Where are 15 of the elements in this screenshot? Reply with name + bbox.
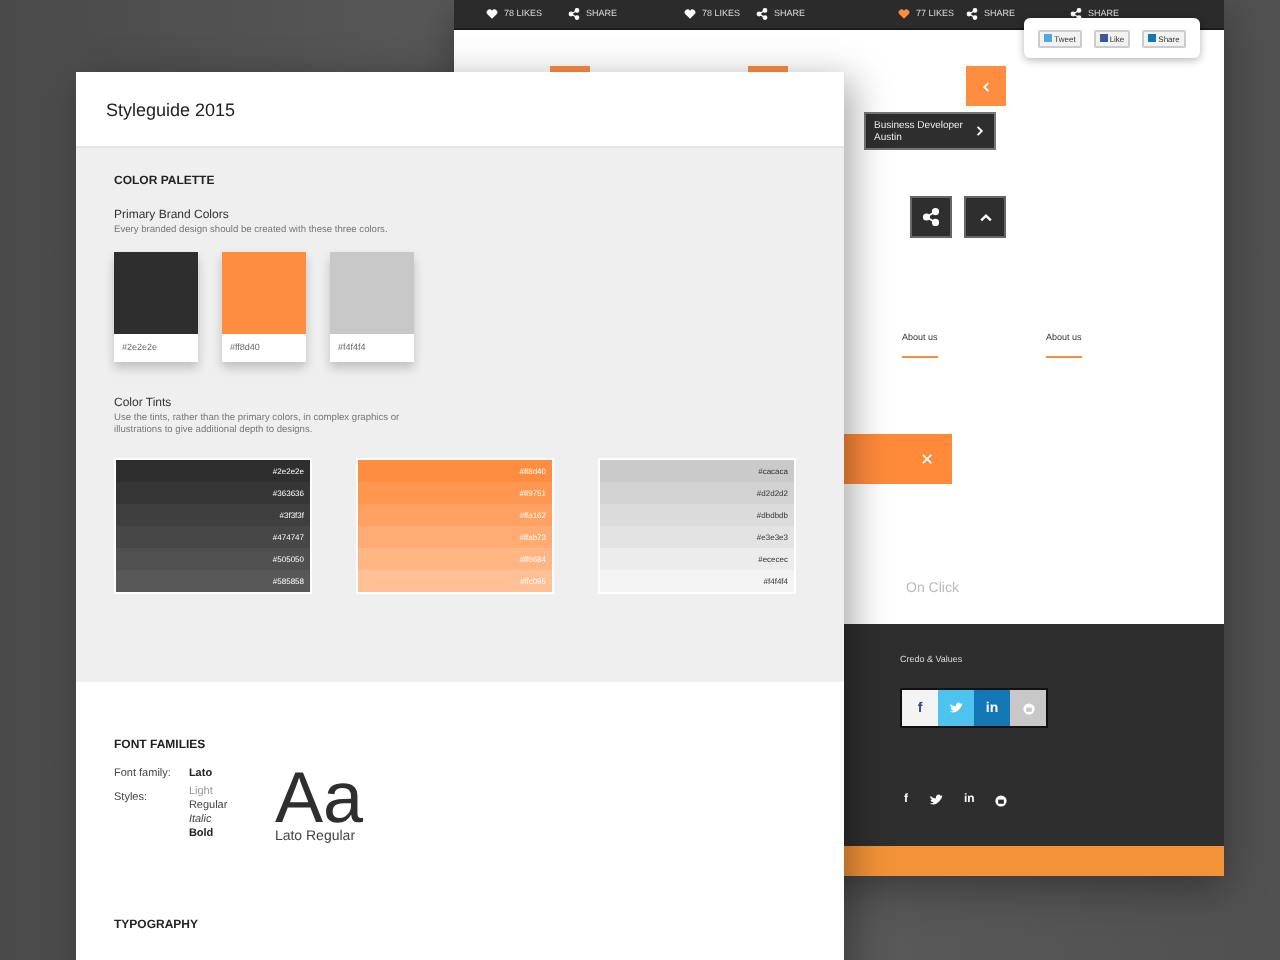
round-icon [1021,701,1035,715]
chevron-up-icon [977,209,993,225]
bird-icon [948,700,964,716]
bird-icon[interactable] [928,792,944,808]
font-sample: Aa [274,766,363,830]
share-icon [966,7,978,19]
scroll-up-button[interactable] [964,196,1006,238]
share-icon [922,208,940,226]
styleguide-title: Styleguide 2015 [106,99,236,119]
chevron-right-icon [972,124,986,138]
share-icon [756,7,768,19]
share-button[interactable] [910,196,952,238]
chevron-left-icon [979,79,993,93]
round-icon[interactable] [994,793,1009,807]
share-icon [568,7,580,19]
